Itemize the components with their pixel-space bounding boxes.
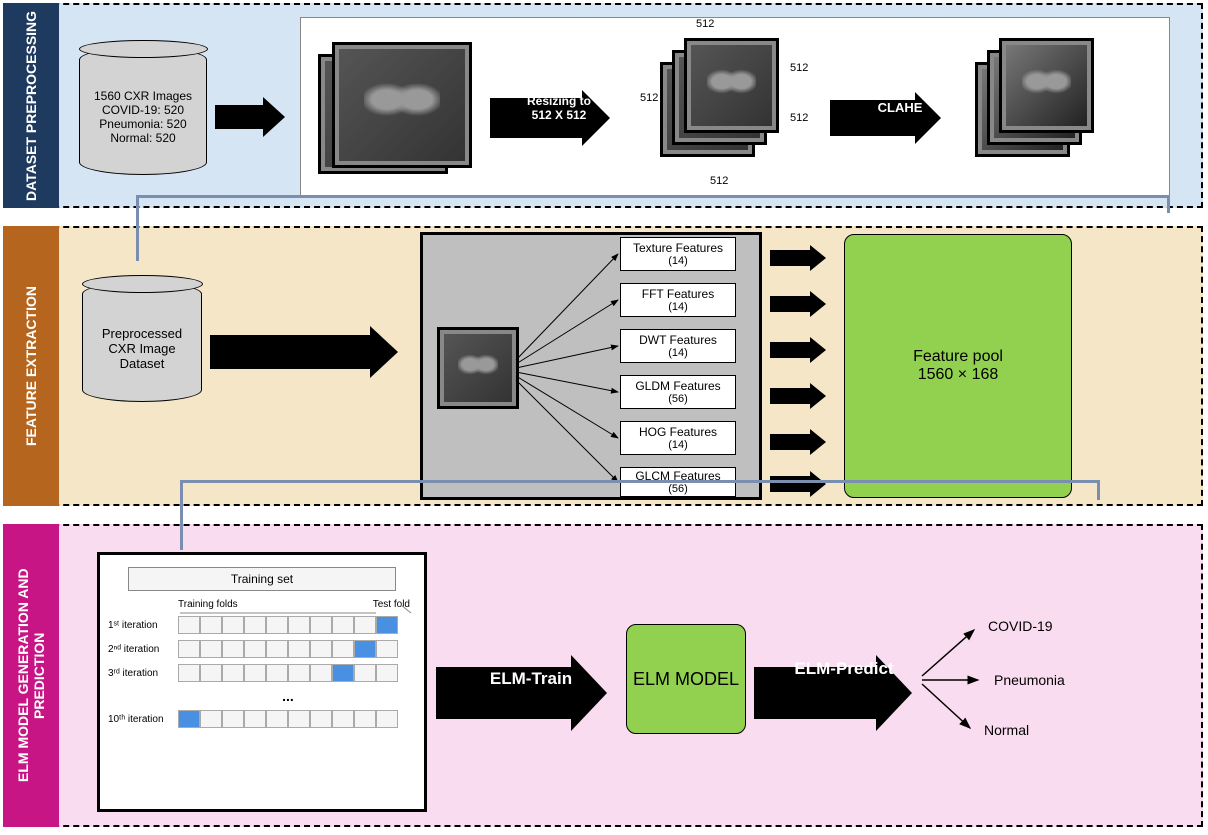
output-pneumonia: Pneumonia bbox=[994, 672, 1065, 688]
dataset-line4: Normal: 520 bbox=[110, 131, 175, 145]
arrow-clahe: CLAHE bbox=[830, 92, 950, 144]
section1-label: DATASET PREPROCESSING bbox=[3, 3, 59, 208]
feature-pool-box: Feature pool 1560 × 168 bbox=[844, 234, 1072, 498]
kfold-iter3: 3ʳᵈ iteration bbox=[108, 668, 178, 679]
connector-s2-s3-v bbox=[180, 480, 183, 550]
connector-s1-s2-h bbox=[136, 195, 1170, 213]
dataset-line3: Pneumonia: 520 bbox=[99, 117, 186, 131]
kfold-iter2: 2ⁿᵈ iteration bbox=[108, 644, 178, 655]
dim-left: 512 bbox=[640, 92, 658, 104]
arrow-elm-train: ELM-Train bbox=[436, 655, 614, 731]
dim-top: 512 bbox=[696, 18, 714, 30]
kfold-iter1: 1ˢᵗ iteration bbox=[108, 620, 178, 631]
dim-bottom: 512 bbox=[710, 175, 728, 187]
output-normal: Normal bbox=[984, 722, 1029, 738]
elm-model-label: ELM MODEL bbox=[633, 669, 739, 690]
arrow-elm-predict: ELM-Predict bbox=[754, 655, 914, 731]
arrow-preproc-to-features bbox=[210, 326, 398, 378]
dim-right2: 512 bbox=[790, 112, 808, 124]
kfold-title: Training set bbox=[128, 567, 396, 591]
arrow-resize: Resizing to 512 X 512 bbox=[490, 90, 620, 146]
preproc-cylinder: Preprocessed CXR Image Dataset bbox=[82, 282, 202, 402]
preproc-line2: CXR Image bbox=[108, 341, 175, 356]
dim-right1: 512 bbox=[790, 62, 808, 74]
preproc-line1: Preprocessed bbox=[102, 326, 182, 341]
section2-label: FEATURE EXTRACTION bbox=[3, 226, 59, 506]
arrow-feat-4 bbox=[770, 383, 826, 409]
preproc-line3: Dataset bbox=[120, 356, 165, 371]
feature-pool-line2: 1560 × 168 bbox=[918, 366, 999, 384]
arrow-feat-1 bbox=[770, 245, 826, 271]
kfold-box: Training set Training folds Test fold 1ˢ… bbox=[97, 552, 427, 812]
kfold-iter10: 10ᵗʰ iteration bbox=[108, 714, 178, 725]
elm-predict-label: ELM-Predict bbox=[764, 659, 924, 679]
kfold-dots: ... bbox=[178, 688, 398, 704]
clahe-arrow-label: CLAHE bbox=[840, 100, 960, 115]
dataset-line1: 1560 CXR Images bbox=[94, 89, 192, 103]
elm-train-label: ELM-Train bbox=[442, 669, 620, 689]
arrow-feat-2 bbox=[770, 291, 826, 317]
feature-pool-line1: Feature pool bbox=[913, 348, 1003, 366]
output-covid: COVID-19 bbox=[988, 618, 1053, 634]
elm-model-box: ELM MODEL bbox=[626, 624, 746, 734]
connector-s2-s3-h bbox=[180, 480, 1100, 500]
dataset-cylinder: 1560 CXR Images COVID-19: 520 Pneumonia:… bbox=[79, 47, 207, 175]
kfold-bracket bbox=[176, 603, 426, 617]
feature-lines bbox=[420, 232, 762, 500]
arrow-feat-3 bbox=[770, 337, 826, 363]
resize-arrow-label: Resizing to 512 X 512 bbox=[494, 94, 624, 122]
dataset-line2: COVID-19: 520 bbox=[102, 103, 184, 117]
arrow-dataset-to-images bbox=[215, 97, 285, 137]
connector-s1-s2-v bbox=[136, 195, 139, 261]
arrow-feat-5 bbox=[770, 429, 826, 455]
section3-label: ELM MODEL GENERATION AND PREDICTION bbox=[3, 524, 59, 827]
